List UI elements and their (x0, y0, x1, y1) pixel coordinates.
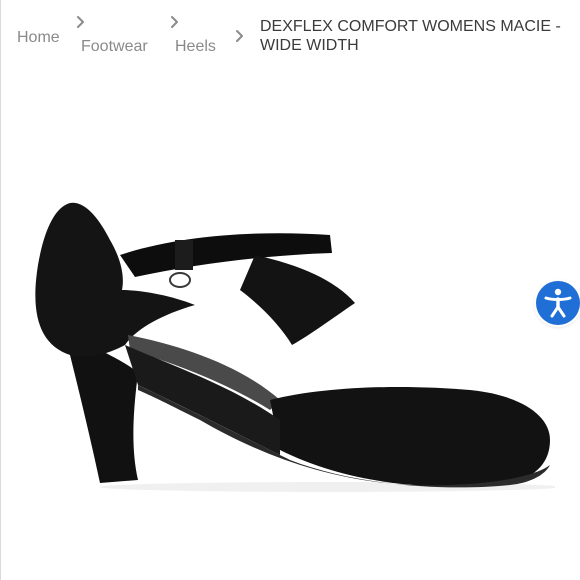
product-page: Home Footwear Heels DEXFLEX COMFORT WOME… (0, 0, 580, 580)
product-title: DEXFLEX COMFORT WOMENS MACIE - WIDE WIDT… (260, 18, 561, 54)
breadcrumb-home-link[interactable]: Home (17, 29, 60, 47)
accessibility-icon (544, 288, 572, 318)
product-image (30, 195, 560, 495)
chevron-right-icon (168, 15, 182, 29)
chevron-right-icon (74, 15, 88, 29)
breadcrumb-heels-link[interactable]: Heels (175, 38, 216, 56)
page-border (0, 0, 1, 580)
accessibility-button[interactable] (536, 281, 580, 325)
breadcrumb-footwear-link[interactable]: Footwear (81, 38, 148, 56)
chevron-right-icon (233, 29, 247, 43)
